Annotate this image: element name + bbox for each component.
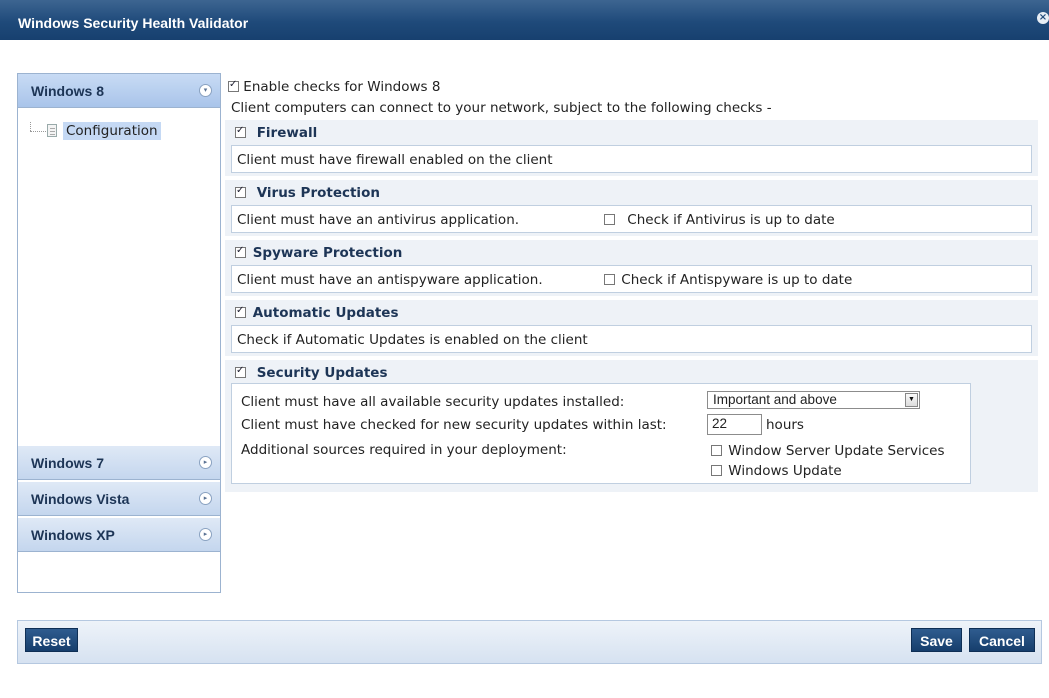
chevron-down-icon[interactable]: ▾: [199, 84, 212, 97]
spyware-text: Client must have an antispyware applicat…: [237, 272, 543, 288]
checked-within-label: Client must have checked for new securit…: [241, 417, 667, 433]
reset-button[interactable]: Reset: [25, 628, 78, 652]
window-titlebar: Windows Security Health Validator ×: [0, 0, 1049, 40]
close-icon[interactable]: ×: [1037, 12, 1049, 24]
installed-label: Client must have all available security …: [241, 394, 625, 410]
sidebar-item-windows-7[interactable]: Windows 7 ▸: [18, 446, 220, 480]
virus-title: Virus Protection: [256, 185, 380, 201]
antispyware-uptodate-checkbox[interactable]: [604, 274, 615, 285]
enable-checks-row: Enable checks for Windows 8: [228, 79, 440, 95]
footer-bar: [17, 620, 1042, 664]
severity-value: Important and above: [713, 392, 837, 407]
chevron-right-icon[interactable]: ▸: [199, 492, 212, 505]
autoupdates-title: Automatic Updates: [252, 305, 399, 321]
hours-unit: hours: [766, 417, 804, 433]
spyware-checkbox[interactable]: [235, 245, 246, 258]
security-updates-header: Security Updates: [235, 365, 387, 381]
wsus-checkbox[interactable]: [711, 445, 722, 456]
spyware-body: Client must have an antispyware applicat…: [231, 265, 1032, 293]
sidebar-item-label: Windows Vista: [31, 491, 130, 507]
autoupdates-body: Check if Automatic Updates is enabled on…: [231, 325, 1032, 353]
os-sidebar: Windows 8 ▾ Configuration Windows 7 ▸ Wi…: [17, 73, 221, 593]
windows-update-row: Windows Update: [711, 463, 842, 479]
firewall-section: Firewall Client must have firewall enabl…: [225, 120, 1038, 176]
spyware-section: Spyware Protection Client must have an a…: [225, 240, 1038, 296]
sources-label: Additional sources required in your depl…: [241, 442, 567, 458]
severity-select[interactable]: Important and above ▼: [707, 391, 920, 409]
firewall-body: Client must have firewall enabled on the…: [231, 145, 1032, 173]
tree-connector: [30, 131, 46, 132]
antivirus-uptodate-checkbox[interactable]: [604, 214, 615, 225]
virus-checkbox[interactable]: [235, 185, 246, 198]
autoupdates-text: Check if Automatic Updates is enabled on…: [237, 332, 588, 348]
autoupdates-header: Automatic Updates: [235, 305, 399, 321]
intro-text: Client computers can connect to your net…: [231, 100, 772, 116]
spyware-title: Spyware Protection: [252, 245, 403, 261]
virus-header: Virus Protection: [235, 185, 380, 201]
document-icon: [47, 124, 57, 137]
tree-item-label[interactable]: Configuration: [63, 122, 161, 140]
wsus-label: Window Server Update Services: [728, 443, 945, 459]
chevron-right-icon[interactable]: ▸: [199, 456, 212, 469]
antispyware-uptodate-label: Check if Antispyware is up to date: [621, 272, 853, 288]
spyware-uptodate-row: Check if Antispyware is up to date: [604, 272, 852, 288]
sidebar-item-windows-vista[interactable]: Windows Vista ▸: [18, 482, 220, 516]
sidebar-item-windows-xp[interactable]: Windows XP ▸: [18, 518, 220, 552]
enable-checks-label: Enable checks for Windows 8: [243, 79, 441, 95]
sidebar-item-label: Windows 7: [31, 455, 104, 471]
save-button[interactable]: Save: [911, 628, 962, 652]
wsus-row: Window Server Update Services: [711, 443, 945, 459]
windows-update-label: Windows Update: [728, 463, 842, 479]
firewall-title: Firewall: [256, 125, 318, 141]
sidebar-item-label: Windows XP: [31, 527, 115, 543]
sidebar-item-label: Windows 8: [31, 83, 104, 99]
security-updates-title: Security Updates: [256, 365, 388, 381]
spyware-header: Spyware Protection: [235, 245, 402, 261]
windows-update-checkbox[interactable]: [711, 465, 722, 476]
sidebar-item-windows-8[interactable]: Windows 8 ▾: [18, 74, 220, 108]
hours-input[interactable]: 22: [707, 414, 762, 435]
autoupdates-section: Automatic Updates Check if Automatic Upd…: [225, 300, 1038, 356]
autoupdates-checkbox[interactable]: [235, 305, 246, 318]
virus-section: Virus Protection Client must have an ant…: [225, 180, 1038, 236]
enable-checks-checkbox[interactable]: [228, 79, 239, 92]
virus-uptodate-row: Check if Antivirus is up to date: [604, 212, 835, 228]
window-title: Windows Security Health Validator: [18, 15, 249, 31]
chevron-right-icon[interactable]: ▸: [199, 528, 212, 541]
tree-connector: [30, 122, 31, 131]
virus-text: Client must have an antivirus applicatio…: [237, 212, 520, 228]
firewall-text: Client must have firewall enabled on the…: [237, 152, 553, 168]
cancel-button[interactable]: Cancel: [969, 628, 1035, 652]
firewall-header: Firewall: [235, 125, 317, 141]
security-updates-checkbox[interactable]: [235, 365, 246, 378]
chevron-down-icon[interactable]: ▼: [905, 393, 918, 407]
firewall-checkbox[interactable]: [235, 125, 246, 138]
antivirus-uptodate-label: Check if Antivirus is up to date: [627, 212, 835, 228]
virus-body: Client must have an antivirus applicatio…: [231, 205, 1032, 233]
